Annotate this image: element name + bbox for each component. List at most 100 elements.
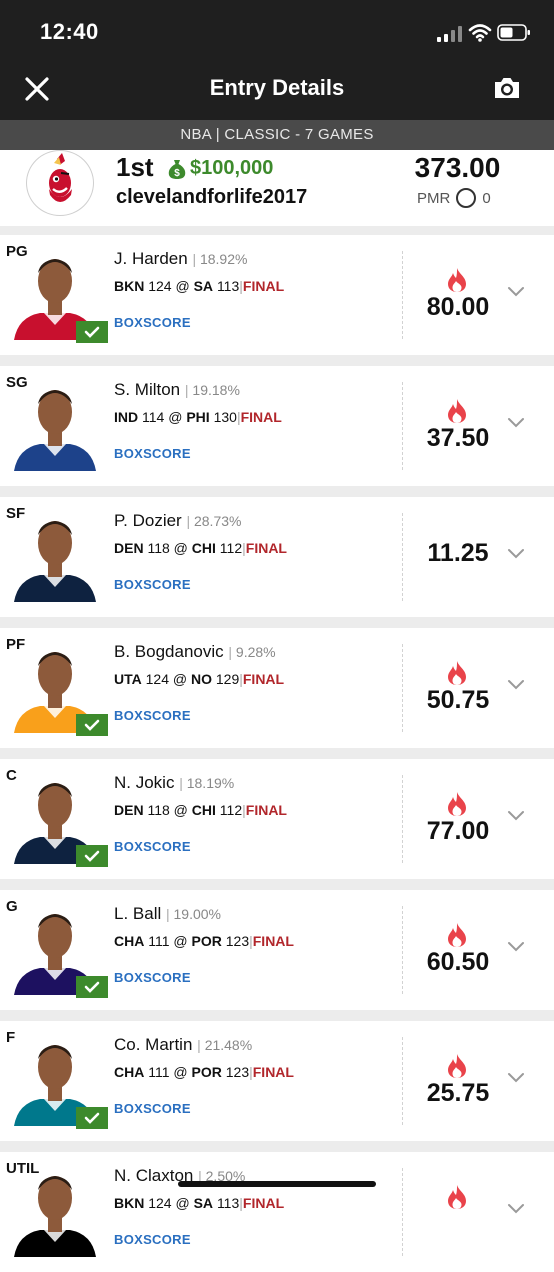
divider	[402, 382, 403, 470]
player-name[interactable]: J. Harden	[114, 249, 188, 268]
check-icon	[76, 845, 108, 867]
player-name[interactable]: L. Ball	[114, 904, 161, 923]
fantasy-points: 60.50	[426, 948, 490, 976]
player-name[interactable]: P. Dozier	[114, 511, 182, 530]
player-headshot	[10, 1162, 100, 1257]
player-name-line: L. Ball | 19.00%	[114, 904, 221, 924]
game-status: FINAL	[245, 540, 287, 556]
fantasy-points: 25.75	[426, 1079, 490, 1107]
player-card-f[interactable]: F Co. Martin | 21.48% CHA 111 @ POR 123|FI…	[0, 1021, 554, 1141]
chevron-down-icon[interactable]	[506, 285, 526, 299]
entry-rank: 1st	[116, 152, 154, 182]
fantasy-points: 37.50	[426, 424, 490, 452]
boxscore-link[interactable]: BOXSCORE	[114, 839, 191, 854]
divider	[402, 906, 403, 994]
fire-icon	[448, 399, 466, 423]
ownership-pct: | 21.48%	[197, 1037, 253, 1053]
chevron-down-icon[interactable]	[506, 678, 526, 692]
chevron-down-icon[interactable]	[506, 1071, 526, 1085]
player-name[interactable]: Co. Martin	[114, 1035, 192, 1054]
game-score: BKN 124 @ SA 113|FINAL	[114, 1195, 285, 1211]
chevron-down-icon[interactable]	[506, 547, 526, 561]
ownership-pct: | 18.92%	[192, 251, 248, 267]
pmr-circle-icon	[456, 188, 477, 208]
player-name[interactable]: S. Milton	[114, 380, 180, 399]
page-title: Entry Details	[209, 75, 345, 100]
player-card-g[interactable]: G L. Ball | 19.00% CHA 111 @ POR 123|FINAL…	[0, 890, 554, 1010]
camera-icon[interactable]	[492, 74, 522, 102]
divider	[402, 775, 403, 863]
player-card-sg[interactable]: SG S. Milton | 19.18% IND 114 @ PHI 130|FI…	[0, 366, 554, 486]
divider	[402, 1037, 403, 1125]
game-score: BKN 124 @ SA 113|FINAL	[114, 278, 285, 294]
player-card-util[interactable]: UTIL N. Claxton | 2.50% BKN 124 @ SA 113|F…	[0, 1152, 554, 1272]
pmr-value: 0	[482, 189, 491, 207]
game-score: UTA 124 @ NO 129|FINAL	[114, 671, 285, 687]
svg-text:$: $	[174, 168, 180, 179]
game-status: FINAL	[245, 802, 287, 818]
chevron-down-icon[interactable]	[506, 416, 526, 430]
game-status: FINAL	[242, 671, 285, 687]
fantasy-points: 80.00	[426, 293, 490, 321]
boxscore-link[interactable]: BOXSCORE	[114, 446, 191, 461]
boxscore-link[interactable]: BOXSCORE	[114, 1101, 191, 1116]
boxscore-link[interactable]: BOXSCORE	[114, 577, 191, 592]
chevron-down-icon[interactable]	[506, 940, 526, 954]
entry-summary: 1st $ $100,000 clevelandforlife2017 373.…	[0, 150, 554, 226]
player-name-line: P. Dozier | 28.73%	[114, 511, 241, 531]
ownership-pct: | 9.28%	[228, 644, 276, 660]
player-card-c[interactable]: C N. Jokic | 18.19% DEN 118 @ CHI 112|FINA…	[0, 759, 554, 879]
player-headshot	[10, 507, 100, 602]
player-name[interactable]: N. Jokic	[114, 773, 174, 792]
player-name-line: S. Milton | 19.18%	[114, 380, 240, 400]
fire-icon	[448, 268, 466, 292]
pmr: PMR 0	[417, 188, 491, 208]
player-name[interactable]: B. Bogdanovic	[114, 642, 224, 661]
team-logo	[26, 150, 94, 216]
boxscore-link[interactable]: BOXSCORE	[114, 708, 191, 723]
game-score: DEN 118 @ CHI 112|FINAL	[114, 802, 287, 818]
fire-icon	[448, 792, 466, 816]
fire-icon	[448, 1185, 466, 1209]
check-icon	[76, 321, 108, 343]
fantasy-points: 77.00	[426, 817, 490, 845]
check-icon	[76, 1107, 108, 1129]
boxscore-link[interactable]: BOXSCORE	[114, 1232, 191, 1247]
game-score: IND 114 @ PHI 130|FINAL	[114, 409, 282, 425]
chevron-down-icon[interactable]	[506, 809, 526, 823]
contest-info-bar: NBA | CLASSIC - 7 GAMES	[0, 120, 554, 150]
player-name-line: N. Jokic | 18.19%	[114, 773, 234, 793]
fire-icon	[448, 1054, 466, 1078]
divider	[402, 1168, 403, 1256]
boxscore-link[interactable]: BOXSCORE	[114, 970, 191, 985]
game-status: FINAL	[252, 1064, 294, 1080]
game-score: CHA 111 @ POR 123|FINAL	[114, 1064, 294, 1080]
prize-amount: $100,000	[190, 157, 274, 179]
fire-icon	[448, 661, 466, 685]
game-status: FINAL	[240, 409, 282, 425]
game-score: DEN 118 @ CHI 112|FINAL	[114, 540, 287, 556]
entry-score: 373.00	[414, 152, 501, 183]
check-icon	[76, 976, 108, 998]
ownership-pct: | 28.73%	[186, 513, 242, 529]
home-indicator[interactable]	[178, 1181, 376, 1187]
chevron-down-icon[interactable]	[506, 1202, 526, 1216]
ownership-pct: | 19.18%	[184, 382, 240, 398]
player-name-line: Co. Martin | 21.48%	[114, 1035, 252, 1055]
player-headshot	[10, 376, 100, 471]
game-status: FINAL	[252, 933, 294, 949]
player-card-sf[interactable]: SF P. Dozier | 28.73% DEN 118 @ CHI 112|FI…	[0, 497, 554, 617]
divider	[402, 644, 403, 732]
game-status: FINAL	[242, 1195, 285, 1211]
player-card-pg[interactable]: PG J. Harden | 18.92% BKN 124 @ SA 113|FIN…	[0, 235, 554, 355]
fire-icon	[448, 923, 466, 947]
game-score: CHA 111 @ POR 123|FINAL	[114, 933, 294, 949]
boxscore-link[interactable]: BOXSCORE	[114, 315, 191, 330]
battery-icon	[497, 24, 530, 41]
player-card-pf[interactable]: PF B. Bogdanovic | 9.28% UTA 124 @ NO 129|…	[0, 628, 554, 748]
top-bar: 12:40 Entry Details	[0, 0, 554, 120]
divider	[402, 251, 403, 339]
game-status: FINAL	[242, 278, 285, 294]
money-bag-icon: $	[168, 159, 186, 179]
username: clevelandforlife2017	[116, 186, 308, 208]
